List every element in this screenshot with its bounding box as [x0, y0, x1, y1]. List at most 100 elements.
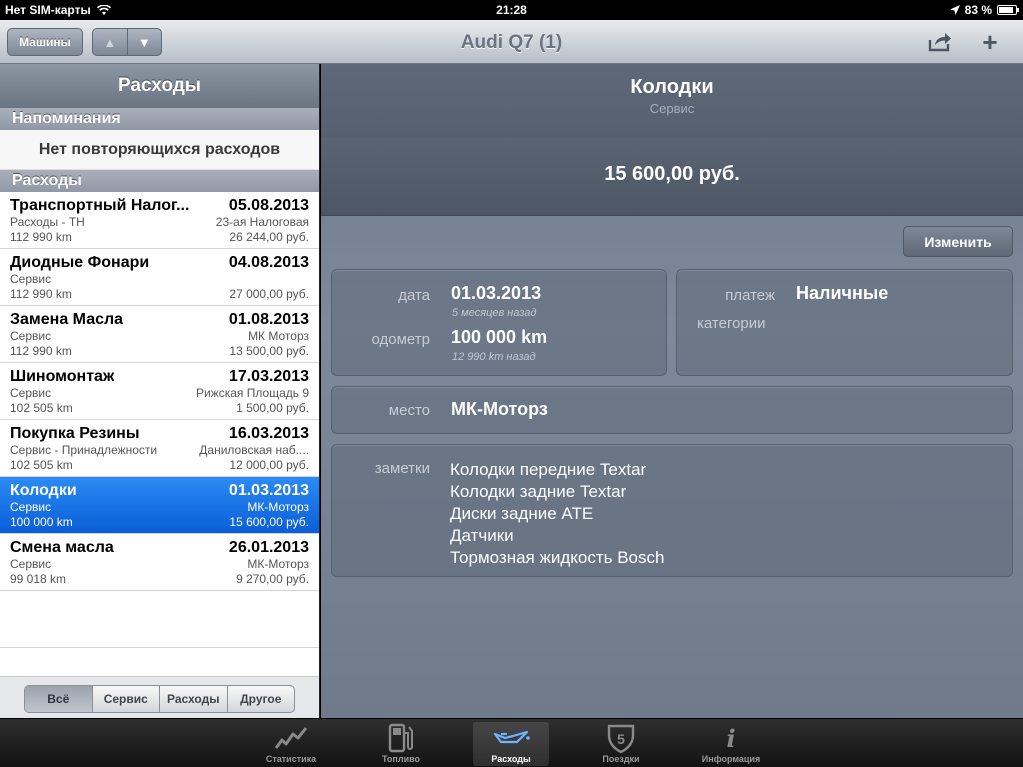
- date-value: 01.03.2013: [451, 283, 542, 303]
- battery-percent: 83 %: [964, 3, 992, 17]
- filter-other[interactable]: Другое: [228, 686, 295, 712]
- filter-expenses[interactable]: Расходы: [160, 686, 228, 712]
- tab-expenses[interactable]: Расходы: [473, 722, 549, 766]
- expense-odometer: 112 990 km: [10, 344, 72, 358]
- navigation-bar: Машины ▲ ▼ Audi Q7 (1) +: [0, 20, 1023, 64]
- expense-detail-panel: Колодки Сервис 15 600,00 руб. Изменить д…: [321, 64, 1023, 718]
- filter-segmented-control: Всё Сервис Расходы Другое: [24, 685, 295, 713]
- expense-row[interactable]: Замена Масла 01.08.2013 Сервис МК Моторз 1…: [0, 306, 319, 363]
- expense-odometer: 112 990 km: [10, 287, 72, 301]
- expense-category: Сервис: [10, 272, 52, 286]
- expense-row[interactable]: Смена масла 26.01.2013 Сервис МК-Моторз 99…: [0, 534, 319, 591]
- tab-label: Топливо: [381, 754, 421, 764]
- expense-category: Сервис: [10, 329, 52, 343]
- expense-name: Шиномонтаж: [10, 368, 115, 385]
- expense-category: Сервис: [10, 500, 52, 514]
- expense-name: Замена Масла: [10, 311, 124, 328]
- tab-label: Поездки: [602, 754, 640, 764]
- status-bar: Нет SIM-карты 21:28 83 %: [0, 0, 1023, 20]
- detail-title: Колодки: [630, 76, 714, 98]
- expense-odometer: 99 018 km: [10, 572, 67, 586]
- notes-card: заметки Колодки передние Textar Колодки …: [331, 444, 1013, 577]
- payment-card: платеж Наличные категории: [676, 269, 1013, 376]
- expense-category: Расходы - ТН: [10, 215, 85, 229]
- notes-text: Колодки передние Textar Колодки задние T…: [450, 459, 664, 569]
- expense-odometer: 112 990 km: [10, 230, 72, 244]
- notes-label: заметки: [374, 460, 430, 477]
- expense-row[interactable]: Транспортный Налог... 05.08.2013 Расходы …: [0, 192, 319, 249]
- expense-name: Смена масла: [10, 539, 114, 556]
- tab-fuel[interactable]: Топливо: [363, 722, 439, 766]
- tab-trips[interactable]: 5 Поездки: [583, 722, 659, 766]
- date-relative: 5 месяцев назад: [452, 307, 537, 319]
- info-icon: i: [726, 722, 735, 754]
- chart-icon: [274, 722, 308, 754]
- expense-amount: 1 500,00 руб.: [236, 401, 309, 415]
- odometer-value: 100 000 km: [451, 327, 548, 347]
- payment-label: платеж: [725, 287, 775, 304]
- list-divider: [0, 647, 319, 648]
- expense-row[interactable]: Покупка Резины 16.03.2013 Сервис - Принад…: [0, 420, 319, 477]
- tab-label: Статистика: [265, 754, 317, 764]
- detail-price: 15 600,00 руб.: [321, 138, 1023, 216]
- expense-row[interactable]: Диодные Фонари 04.08.2013 Сервис 112 990 …: [0, 249, 319, 306]
- location-arrow-icon: [949, 5, 960, 15]
- note-line: Диски задние ATE: [450, 504, 594, 523]
- tab-label: Информация: [701, 754, 761, 764]
- detail-subtitle: Сервис: [649, 101, 695, 116]
- expense-place: МК Моторз: [248, 329, 309, 343]
- expense-amount: 13 500,00 руб.: [229, 344, 309, 358]
- expense-place: МК-Моторз: [247, 557, 309, 571]
- tab-label: Расходы: [491, 754, 531, 764]
- place-label: место: [388, 402, 430, 419]
- edit-button[interactable]: Изменить: [903, 226, 1013, 257]
- tab-info[interactable]: i Информация: [693, 722, 769, 766]
- expense-place: Рижская Площадь 9: [196, 386, 309, 400]
- date-label: дата: [398, 287, 430, 304]
- expense-odometer: 100 000 km: [10, 515, 73, 529]
- expense-row-selected[interactable]: Колодки 01.03.2013 Сервис МК-Моторз 100 00…: [0, 477, 319, 534]
- filter-all[interactable]: Всё: [25, 686, 93, 712]
- filter-service[interactable]: Сервис: [93, 686, 160, 712]
- expense-name: Диодные Фонари: [10, 254, 150, 271]
- reminders-empty-row: Нет повторяющихся расходов: [0, 130, 319, 170]
- expense-category: Сервис: [10, 557, 52, 571]
- expense-amount: 9 270,00 руб.: [236, 572, 309, 586]
- place-value: МК-Моторз: [451, 399, 548, 419]
- expense-category: Сервис - Принадлежности: [10, 443, 158, 457]
- note-line: Датчики: [450, 526, 514, 545]
- expense-place: 23-ая Налоговая: [215, 215, 309, 229]
- tab-statistics[interactable]: Статистика: [253, 722, 329, 766]
- odometer-relative: 12 990 km назад: [452, 351, 536, 363]
- expense-date: 17.03.2013: [228, 368, 309, 385]
- expense-name: Покупка Резины: [10, 425, 140, 442]
- expense-amount: 12 000,00 руб.: [229, 458, 309, 472]
- clock: 21:28: [496, 3, 527, 17]
- share-icon[interactable]: [927, 30, 953, 54]
- route-shield-icon: 5: [605, 722, 637, 754]
- expense-place: Даниловская наб....: [199, 443, 309, 457]
- expense-list-panel: Расходы Напоминания Нет повторяющихся ра…: [0, 64, 320, 718]
- expense-row[interactable]: Шиномонтаж 17.03.2013 Сервис Рижская Площа…: [0, 363, 319, 420]
- list-header: Расходы: [0, 64, 319, 108]
- expense-date: 16.03.2013: [228, 425, 309, 442]
- tab-bar: Статистика Топливо Расходы 5 Поездки i И…: [0, 718, 1023, 767]
- expense-place: МК-Моторз: [247, 500, 309, 514]
- expense-amount: 27 000,00 руб.: [229, 287, 309, 301]
- expense-amount: 26 244,00 руб.: [229, 230, 309, 244]
- expense-date: 01.03.2013: [228, 482, 309, 499]
- expense-name: Транспортный Налог...: [10, 197, 190, 214]
- oil-can-icon: [491, 722, 531, 754]
- expense-date: 05.08.2013: [228, 197, 309, 214]
- expense-name: Колодки: [10, 482, 77, 499]
- categories-label: категории: [697, 315, 766, 332]
- payment-value: Наличные: [796, 283, 889, 303]
- reminders-section-header: Напоминания: [0, 108, 319, 130]
- expense-date: 01.08.2013: [228, 311, 309, 328]
- date-odometer-card: дата 01.03.2013 5 месяцев назад одометр …: [331, 269, 667, 376]
- note-line: Колодки передние Textar: [450, 460, 647, 479]
- add-icon[interactable]: +: [977, 27, 1003, 57]
- expense-odometer: 102 505 km: [10, 401, 73, 415]
- detail-header: Колодки Сервис: [321, 64, 1023, 138]
- fuel-pump-icon: [387, 722, 415, 754]
